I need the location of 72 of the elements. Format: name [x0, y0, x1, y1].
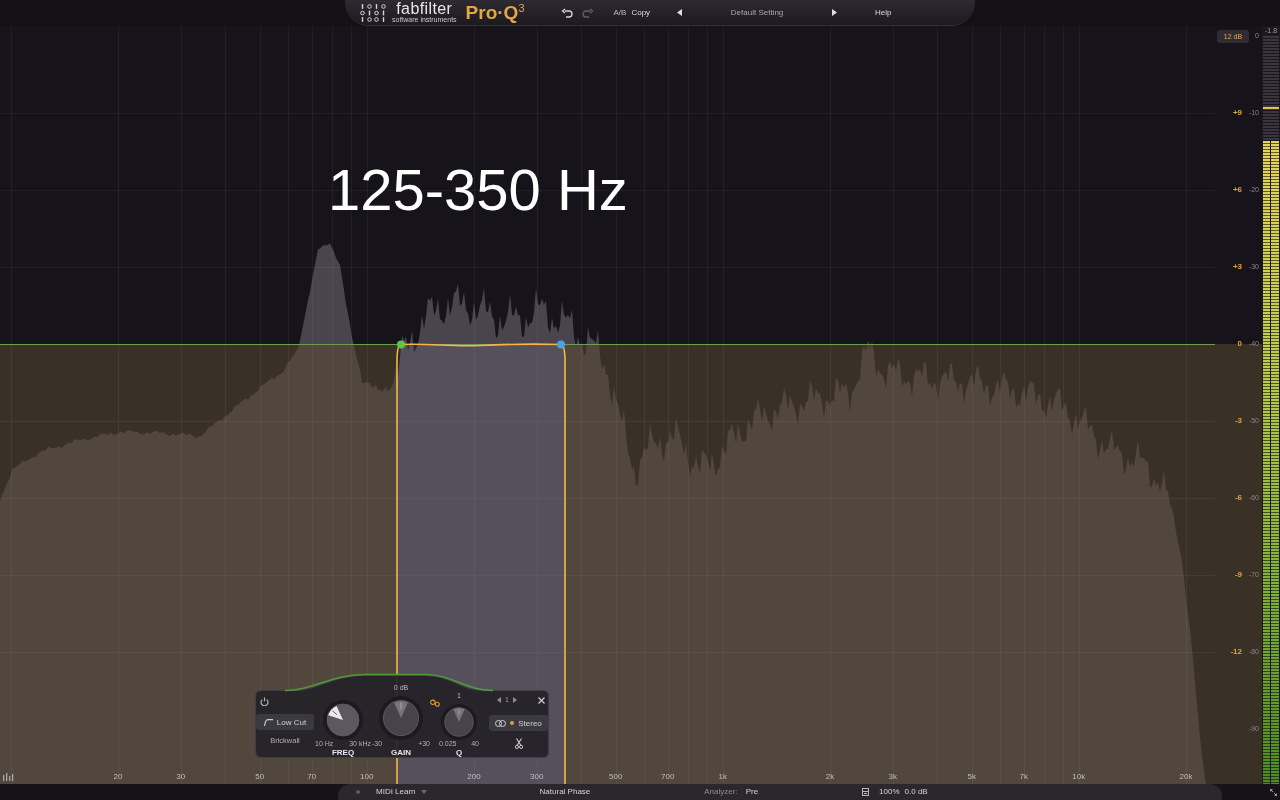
frequency-label: 50	[255, 772, 265, 782]
gain-scale-label: +9	[1232, 108, 1242, 118]
close-button[interactable]	[538, 696, 545, 704]
frequency-label: 300	[530, 772, 544, 782]
right-triangle-icon	[512, 697, 517, 703]
left-triangle-icon	[497, 697, 501, 703]
logo-icon	[360, 3, 386, 22]
frequency-label: 2k	[825, 772, 835, 782]
low-cut-shape-icon	[263, 718, 273, 726]
frequency-label: 100	[360, 772, 374, 782]
help-button[interactable]: Help	[875, 7, 892, 18]
band-node-handle[interactable]	[397, 340, 405, 349]
preset-name[interactable]: Default Setting	[716, 7, 799, 18]
undo-button[interactable]	[560, 7, 573, 18]
frequency-caption: 125-350 Hz	[328, 161, 628, 219]
frequency-label: 10k	[1072, 772, 1086, 782]
midi-menu-button[interactable]	[420, 790, 427, 794]
previous-band-button[interactable]	[497, 697, 501, 703]
copy-button[interactable]: Copy	[631, 7, 651, 18]
power-button[interactable]	[260, 696, 269, 706]
panel-icon[interactable]	[862, 788, 870, 796]
gain-scale-label: -12	[1230, 647, 1242, 657]
bars-icon[interactable]	[3, 773, 14, 781]
left-triangle-icon	[677, 9, 683, 16]
frequency-label: 5k	[967, 772, 976, 782]
brand-name: fabfilter	[396, 1, 453, 16]
product-name: Pro·Q$^{3}$	[465, 2, 525, 23]
next-preset-button[interactable]	[832, 9, 838, 16]
rotary-knob[interactable]	[323, 700, 363, 740]
power-icon	[260, 696, 269, 706]
zoom-button[interactable]: 100%	[879, 787, 900, 797]
frequency-label: 30	[176, 772, 186, 782]
frequency-label: 3k	[888, 772, 897, 782]
close-icon	[538, 696, 545, 704]
dot-icon	[510, 721, 515, 725]
frequency-label: 20	[113, 772, 123, 782]
gain-scale-label: -3	[1234, 416, 1242, 426]
stereo-placement-button[interactable]: Stereo	[489, 715, 548, 731]
next-band-button[interactable]	[512, 697, 517, 703]
redo-icon	[581, 7, 594, 18]
gain-scale-label: 0	[1237, 339, 1242, 349]
resize-icon[interactable]	[1270, 788, 1277, 796]
gain-scale-label: -9	[1234, 570, 1242, 580]
output-gain-button[interactable]: 0.0 dB	[904, 787, 928, 797]
frequency-label: 500	[609, 772, 623, 782]
frequency-label: 7k	[1019, 772, 1028, 782]
band-node-handle[interactable]	[557, 340, 565, 349]
right-triangle-icon	[832, 9, 838, 16]
gain-scale-label: +6	[1232, 185, 1242, 195]
frequency-label: 70	[307, 772, 317, 782]
previous-preset-button[interactable]	[677, 9, 683, 16]
gain-scale-label: -6	[1234, 493, 1242, 503]
ab-compare-button[interactable]: A/B	[613, 7, 627, 18]
frequency-label: 200	[467, 772, 481, 782]
knob-label: FREQ	[331, 748, 355, 758]
frequency-label: 1k	[718, 772, 727, 782]
caret-icon	[420, 790, 427, 794]
gain-scale-label: +3	[1232, 262, 1242, 272]
scissors-icon[interactable]	[514, 737, 523, 749]
midi-learn-button[interactable]: MIDI Learn	[376, 787, 416, 797]
analyzer-label: Analyzer:	[704, 787, 738, 797]
undo-icon	[560, 7, 573, 18]
frequency-label: 700	[661, 772, 675, 782]
knob-label: Q	[455, 748, 463, 758]
peak-hold-marker	[1263, 106, 1279, 109]
filter-type-button[interactable]: Low Cut	[256, 714, 314, 730]
link-icon[interactable]	[430, 699, 440, 707]
phase-mode-button[interactable]: Natural Phase	[539, 787, 591, 797]
frequency-label: 20k	[1179, 772, 1193, 782]
overlapping-circles-icon	[495, 719, 507, 727]
analyzer-mode-button[interactable]: Pre	[745, 787, 759, 797]
knob-label: GAIN	[391, 748, 411, 758]
